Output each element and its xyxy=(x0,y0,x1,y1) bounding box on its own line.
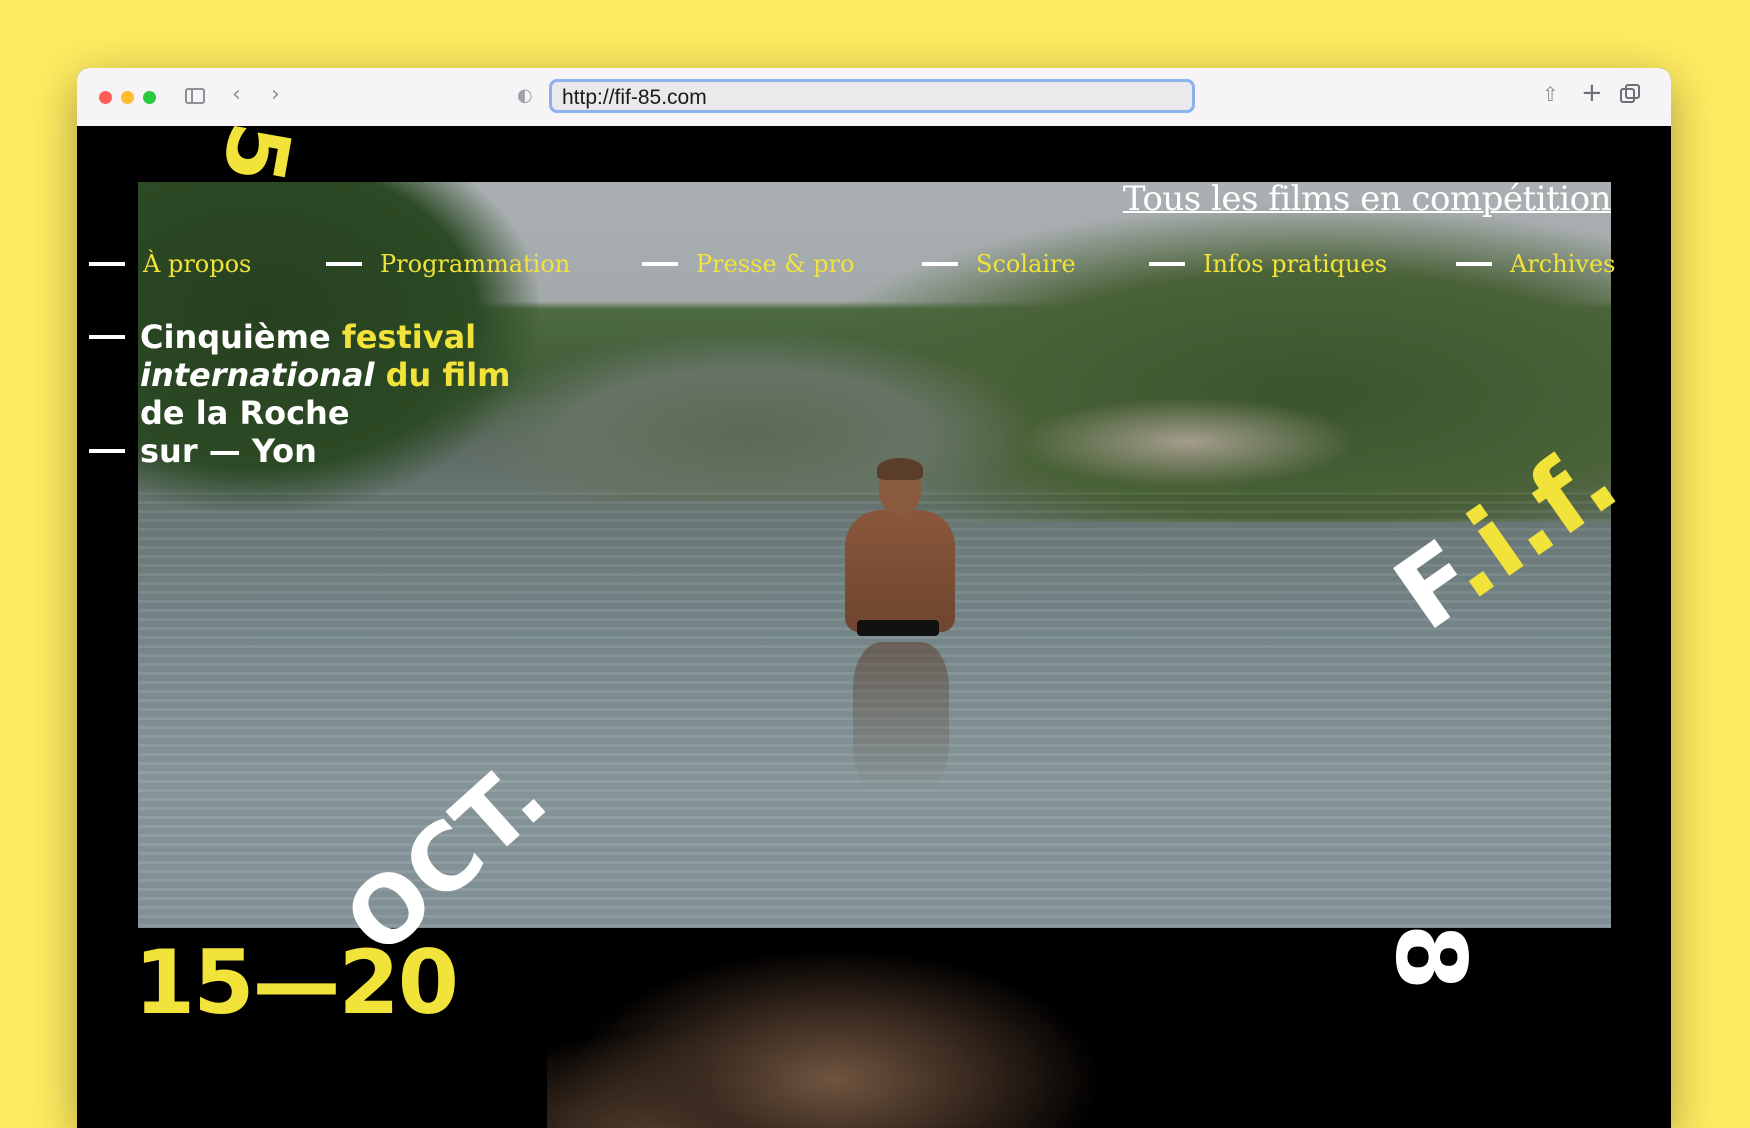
nav-item-infos-pratiques[interactable]: Infos pratiques xyxy=(1149,250,1387,278)
festival-title: Cinquième festival international du film… xyxy=(89,318,511,470)
nav-label: Presse & pro xyxy=(696,250,855,278)
nav-item-scolaire[interactable]: Scolaire xyxy=(922,250,1076,278)
number-five-graphic: 5 xyxy=(202,126,310,191)
share-icon[interactable]: ⇧ xyxy=(1542,82,1559,106)
nav-label: Archives xyxy=(1510,250,1616,278)
title-line-1: Cinquième festival xyxy=(89,318,511,356)
second-film-still xyxy=(547,926,1147,1128)
nav-dash xyxy=(1456,262,1492,266)
nav-dash xyxy=(642,262,678,266)
title-line-2: international du film xyxy=(140,356,511,394)
festival-dates: 15—20 xyxy=(134,931,459,1034)
title-dash xyxy=(89,449,125,453)
new-tab-icon[interactable]: + xyxy=(1581,78,1603,108)
title-dash xyxy=(89,335,125,339)
nav-item-programmation[interactable]: Programmation xyxy=(326,250,570,278)
title-line-4: sur — Yon xyxy=(89,432,511,470)
close-window-button[interactable] xyxy=(99,91,112,104)
url-text: http://fif-85.com xyxy=(562,86,707,109)
browser-toolbar: ‹ › ◐ http://fif-85.com ⇧ + xyxy=(77,68,1671,127)
nav-label: Infos pratiques xyxy=(1203,250,1388,278)
nav-label: À propos xyxy=(143,250,252,278)
nav-item-a-propos[interactable]: À propos xyxy=(89,250,251,278)
all-competition-films-link[interactable]: Tous les films en compétition xyxy=(1123,179,1612,219)
address-bar[interactable]: http://fif-85.com xyxy=(549,79,1195,113)
tab-overview-icon[interactable] xyxy=(1620,84,1640,103)
number-eight-graphic: 8 xyxy=(1374,923,1487,991)
nav-dash xyxy=(326,262,362,266)
nav-dash xyxy=(89,262,125,266)
nav-label: Programmation xyxy=(380,250,571,278)
title-line-3: de la Roche xyxy=(140,394,350,432)
nav-item-presse-pro[interactable]: Presse & pro xyxy=(642,250,855,278)
nav-label: Scolaire xyxy=(976,250,1076,278)
maximize-window-button[interactable] xyxy=(143,91,156,104)
nav-item-archives[interactable]: Archives xyxy=(1456,250,1615,278)
nav-dash xyxy=(922,262,958,266)
back-arrow-icon[interactable]: ‹ xyxy=(232,82,241,107)
page-viewport: 5 Tous les films en compétition À propos… xyxy=(77,126,1671,1128)
browser-window: ‹ › ◐ http://fif-85.com ⇧ + 5 Tous les f… xyxy=(77,68,1671,1128)
forward-arrow-icon[interactable]: › xyxy=(271,82,280,107)
sidebar-toggle-icon[interactable] xyxy=(185,88,205,104)
privacy-shield-icon[interactable]: ◐ xyxy=(517,85,533,106)
minimize-window-button[interactable] xyxy=(121,91,134,104)
nav-dash xyxy=(1149,262,1185,266)
